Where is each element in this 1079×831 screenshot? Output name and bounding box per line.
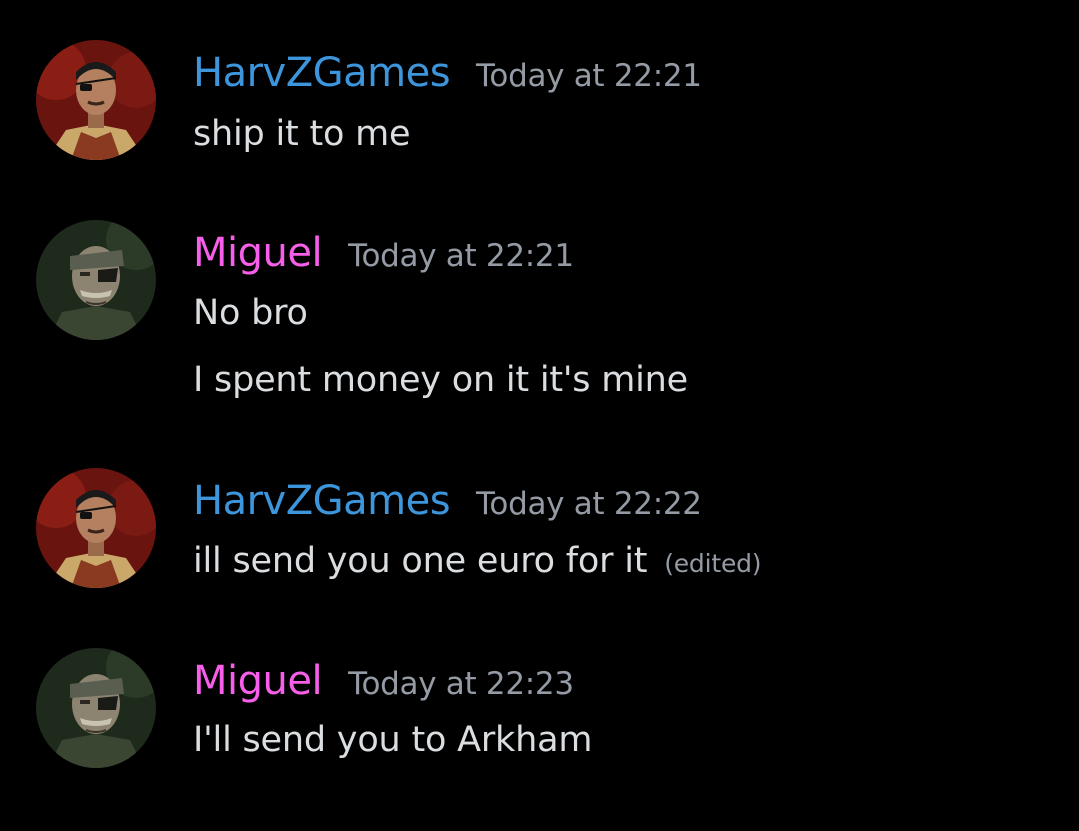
harvz-avatar[interactable] xyxy=(36,468,156,588)
username[interactable]: Miguel xyxy=(193,658,323,704)
message-header: HarvZGames Today at 22:21 xyxy=(193,50,702,96)
timestamp[interactable]: Today at 22:23 xyxy=(348,666,574,702)
username[interactable]: Miguel xyxy=(193,230,323,276)
harvz-avatar[interactable] xyxy=(36,40,156,160)
username[interactable]: HarvZGames xyxy=(193,50,451,96)
timestamp[interactable]: Today at 22:21 xyxy=(476,58,702,94)
message-header: HarvZGames Today at 22:22 xyxy=(193,478,702,524)
message-header: Miguel Today at 22:23 xyxy=(193,658,574,704)
timestamp[interactable]: Today at 22:22 xyxy=(476,486,702,522)
message-text: ill send you one euro for it (edited) xyxy=(193,541,762,581)
message-text-content: ill send you one euro for it xyxy=(193,541,648,581)
message-text: ship it to me xyxy=(193,114,411,154)
edited-label: (edited) xyxy=(664,549,762,578)
timestamp[interactable]: Today at 22:21 xyxy=(348,238,574,274)
message-text: I'll send you to Arkham xyxy=(193,720,593,760)
miguel-avatar[interactable] xyxy=(36,220,156,340)
message-text: I spent money on it it's mine xyxy=(193,360,688,400)
miguel-avatar[interactable] xyxy=(36,648,156,768)
message-text: No bro xyxy=(193,293,308,333)
username[interactable]: HarvZGames xyxy=(193,478,451,524)
message-header: Miguel Today at 22:21 xyxy=(193,230,574,276)
